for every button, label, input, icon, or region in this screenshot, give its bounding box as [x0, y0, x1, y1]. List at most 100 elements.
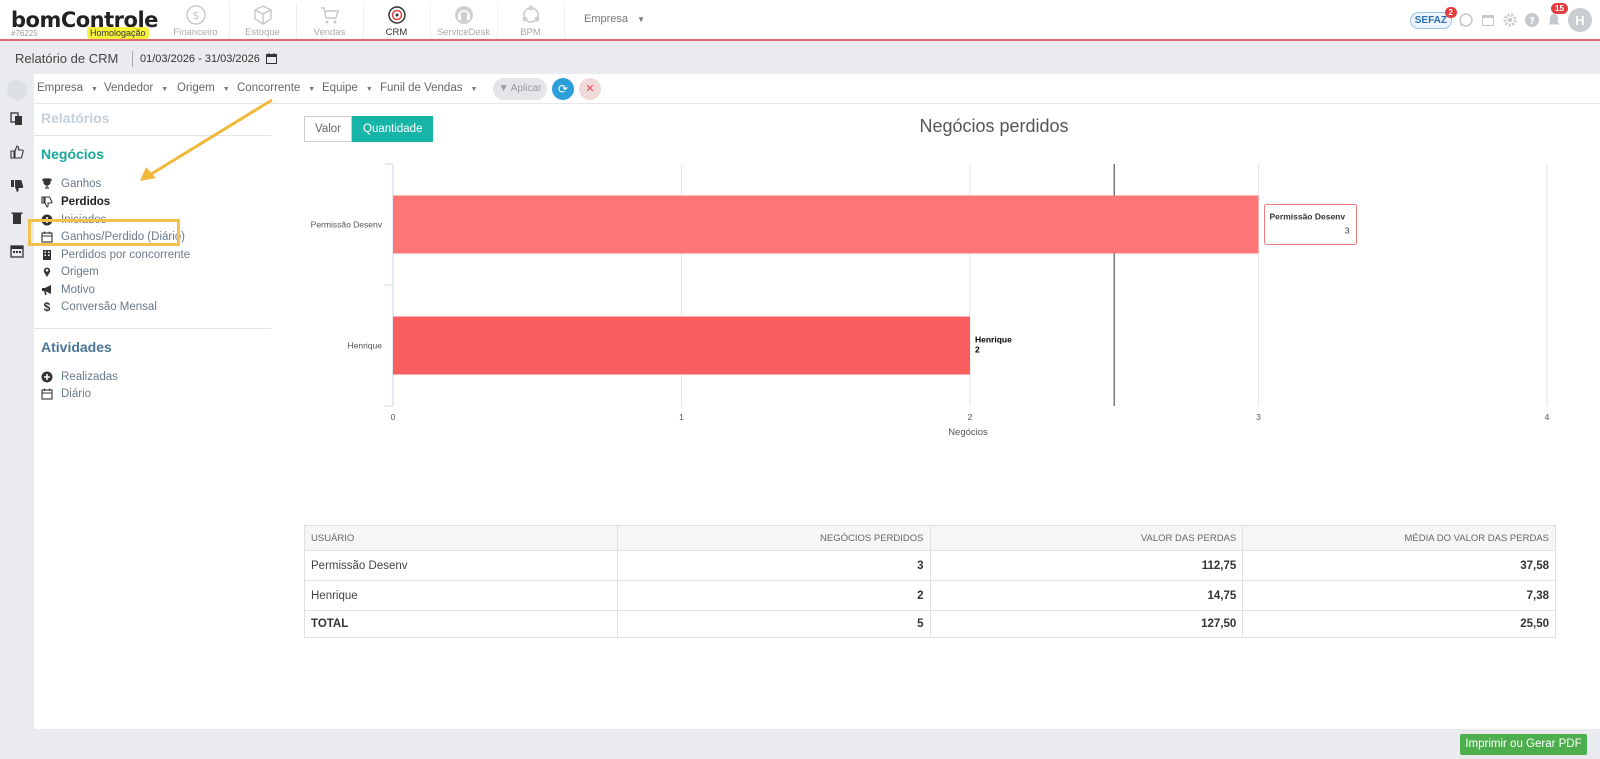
column-header-negocios-perdidos[interactable]: Negócios perdidos [616, 525, 931, 551]
module-label: Vendas [313, 27, 346, 38]
column-header-usuario[interactable]: Usuário [304, 525, 618, 551]
cell-total-media: 25,50 [1242, 610, 1556, 638]
notifications-button[interactable]: 15 [1546, 2, 1568, 30]
reports-heading: Relatórios [41, 110, 110, 126]
process-icon [522, 5, 539, 23]
module-label: CRM [385, 27, 408, 38]
filter-label: Concorrente [237, 82, 301, 94]
module-label: ServiceDesk [436, 27, 491, 38]
menu-item-label: Realizadas [61, 371, 118, 383]
whatsapp-icon[interactable] [1458, 12, 1474, 28]
column-header-media-valor[interactable]: Média do valor das perdas [1242, 525, 1556, 551]
caret-down-icon: ▼ [222, 86, 230, 93]
menu-item-realizadas[interactable]: Realizadas [41, 371, 118, 383]
clear-filters-button[interactable]: ✕ [579, 78, 601, 100]
collapse-button[interactable] [7, 80, 27, 100]
calendar-icon[interactable] [1480, 12, 1496, 28]
data-label-value: 2 [975, 345, 980, 355]
toggle-quantidade[interactable]: Quantidade [352, 116, 434, 142]
calendar-icon[interactable] [266, 53, 277, 64]
trash-icon[interactable] [10, 211, 24, 225]
filter-empresa[interactable]: Empresa ▼ [37, 82, 98, 94]
menu-item-conversao-mensal[interactable]: $ Conversão Mensal [41, 301, 157, 313]
empresa-dropdown-label: Empresa [584, 13, 629, 25]
calendar-icon[interactable] [10, 244, 24, 258]
apply-filters-button[interactable]: ▼ Aplicar [493, 78, 547, 100]
metric-toggle: Valor Quantidade [304, 116, 434, 142]
caret-down-icon: ▼ [161, 86, 169, 93]
filter-origem[interactable]: Origem ▼ [177, 82, 230, 94]
filter-label: Funil de Vendas [380, 82, 463, 94]
page-title: Relatório de CRM [15, 51, 119, 66]
gear-icon[interactable] [1502, 12, 1518, 28]
caret-down-icon: ▼ [308, 86, 316, 93]
annotation-arrow [140, 98, 273, 181]
module-servicedesk[interactable]: ServiceDesk [430, 3, 498, 39]
filter-label: Vendedor [104, 82, 154, 94]
y-category-label: Henrique [348, 341, 383, 351]
chart-title: Negócios perdidos [919, 116, 1069, 136]
toggle-valor[interactable]: Valor [304, 116, 352, 142]
user-avatar[interactable]: H [1568, 8, 1592, 32]
cell-negocios-perdidos: 2 [616, 580, 931, 611]
menu-item-ganhos[interactable]: Ganhos [41, 178, 101, 190]
filter-concorrente[interactable]: Concorrente ▼ [237, 82, 315, 94]
sefaz-badge: 2 [1444, 6, 1457, 18]
menu-item-label: Perdidos [61, 196, 111, 208]
calendar-icon [41, 388, 53, 400]
cell-negocios-perdidos: 3 [616, 550, 931, 581]
module-crm[interactable]: CRM [363, 3, 431, 39]
cell-media-valor: 37,58 [1242, 550, 1556, 581]
building-icon [43, 250, 51, 260]
main-panel: Empresa ▼ Vendedor ▼ Origem ▼ Concorrente ▼ … [28, 74, 1600, 729]
help-icon[interactable]: ? [1524, 12, 1540, 28]
sefaz-button[interactable]: SEFAZ 2 [1409, 6, 1457, 29]
tooltip-box [1264, 204, 1357, 245]
module-financeiro[interactable]: $ Financeiro [162, 3, 230, 39]
caret-down-icon: ▼ [637, 15, 646, 24]
divider [34, 328, 271, 329]
close-icon: ✕ [585, 83, 595, 95]
x-axis-title: Negócios [948, 427, 988, 438]
filter-label: Empresa [37, 82, 84, 94]
dollar-icon: $ [43, 300, 51, 314]
menu-item-motivo[interactable]: Motivo [41, 284, 95, 296]
module-estoque[interactable]: Estoque [229, 3, 297, 39]
print-pdf-button[interactable]: Imprimir ou Gerar PDF [1460, 734, 1587, 755]
account-id: #76225 [11, 29, 38, 38]
menu-item-label: Diário [61, 388, 92, 400]
menu-item-diario[interactable]: Diário [41, 388, 91, 400]
empresa-dropdown[interactable]: Empresa ▼ [584, 13, 645, 25]
column-header-valor-das-perdas[interactable]: Valor das perdas [929, 525, 1244, 551]
menu-item-label: Perdidos por concorrente [61, 249, 191, 261]
menu-item-perdidos[interactable]: Perdidos [41, 196, 110, 208]
menu-item-label: Motivo [61, 284, 95, 296]
svg-text:?: ? [1529, 16, 1535, 27]
filter-vendedor[interactable]: Vendedor ▼ [104, 82, 168, 94]
thumbs-up-icon[interactable] [10, 145, 24, 159]
bar-chart: 0 1 2 3 4 Permissão Desenv Henrique Negócios Hen… [311, 163, 1550, 438]
filter-label: Equipe [322, 82, 358, 94]
module-vendas[interactable]: Vendas [296, 3, 364, 39]
caret-down-icon: ▼ [470, 86, 478, 93]
filter-equipe[interactable]: Equipe ▼ [322, 82, 373, 94]
environment-badge: Homologação [87, 27, 149, 39]
report-title-bar: Relatório de CRM 01/03/2026 - 31/03/2026 [0, 43, 1600, 74]
filter-funil-de-vendas[interactable]: Funil de Vendas ▼ [380, 82, 477, 94]
dollar-circle-icon: $ [185, 5, 206, 25]
menu-item-perdidos-por-concorrente[interactable]: Perdidos por concorrente [41, 249, 190, 261]
menu-item-label: Ganhos [61, 178, 102, 190]
losses-table: Usuário Negócios perdidos Valor das perd… [304, 525, 1556, 638]
refresh-button[interactable]: ⟳ [552, 78, 574, 100]
headset-icon [454, 6, 473, 24]
module-bpm[interactable]: BPM [497, 3, 565, 39]
caret-down-icon: ▼ [91, 86, 98, 93]
highlight-box [28, 219, 180, 246]
tooltip-value: 3 [1345, 226, 1350, 236]
thumbs-down-icon[interactable] [10, 179, 24, 193]
module-label: Estoque [245, 27, 280, 38]
trophy-icon [42, 178, 52, 189]
menu-item-origem[interactable]: Origem [41, 266, 99, 278]
reports-icon[interactable] [10, 112, 24, 126]
date-range-picker[interactable]: 01/03/2026 - 31/03/2026 [140, 53, 260, 65]
